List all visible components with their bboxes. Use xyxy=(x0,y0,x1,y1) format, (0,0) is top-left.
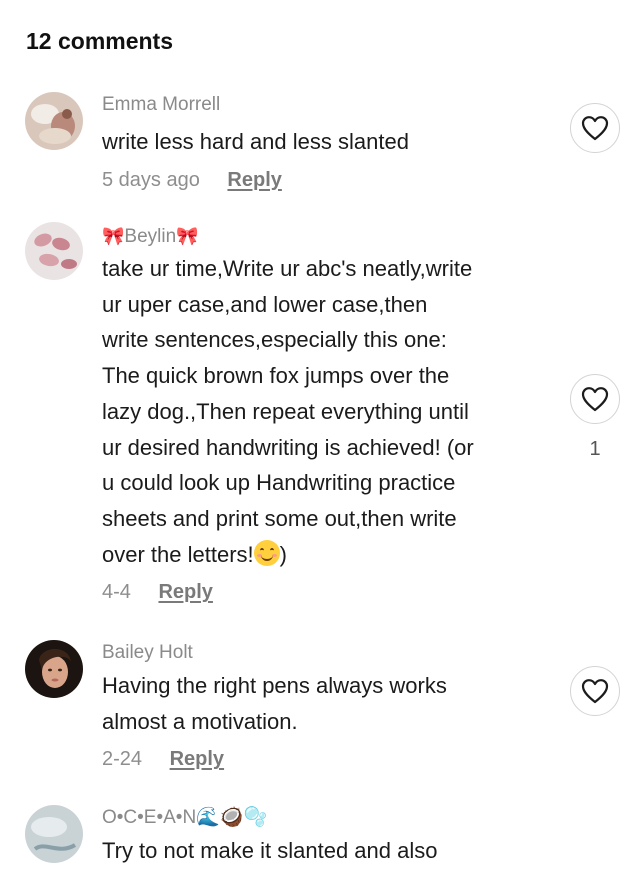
comment-date: 5 days ago xyxy=(102,168,200,191)
avatar[interactable] xyxy=(25,92,83,150)
avatar[interactable] xyxy=(25,222,83,280)
wave-coconut-bubbles-emoji-icon: 🌊🥥🫧 xyxy=(196,807,268,828)
comment-text: Try to not make it slanted and also xyxy=(102,838,438,863)
comment-date: 2-24 xyxy=(102,748,143,771)
comments-count-title: 12 comments xyxy=(26,28,174,54)
heart-outline-icon xyxy=(581,387,609,412)
avatar[interactable] xyxy=(25,640,83,698)
heart-outline-icon xyxy=(581,679,609,704)
comment-text: take ur time,Write ur abc's neatly,write… xyxy=(102,256,474,567)
comment-author[interactable]: Emma Morrell xyxy=(102,93,562,117)
bow-emoji-icon: 🎀 xyxy=(102,226,125,246)
comment-text: write less hard and less slanted xyxy=(102,129,409,154)
reply-button[interactable]: Reply xyxy=(227,169,281,191)
comment-author[interactable]: O•C•E•A•N🌊🥥🫧 xyxy=(102,806,562,830)
smiling-face-icon xyxy=(253,539,280,566)
like-button[interactable] xyxy=(570,103,620,153)
bow-emoji-icon: 🎀 xyxy=(176,226,199,246)
heart-outline-icon xyxy=(581,116,609,141)
like-button[interactable] xyxy=(570,666,620,716)
comment-author[interactable]: Bailey Holt xyxy=(102,641,562,665)
reply-button[interactable]: Reply xyxy=(170,748,224,770)
comment-text: Having the right pens always works almos… xyxy=(102,673,447,734)
reply-button[interactable]: Reply xyxy=(158,581,212,603)
like-button[interactable] xyxy=(570,374,620,424)
comment-author[interactable]: 🎀Beylin🎀 xyxy=(102,224,562,249)
comment-date: 4-4 xyxy=(102,581,131,604)
like-count: 1 xyxy=(589,438,601,460)
avatar[interactable] xyxy=(25,805,83,863)
